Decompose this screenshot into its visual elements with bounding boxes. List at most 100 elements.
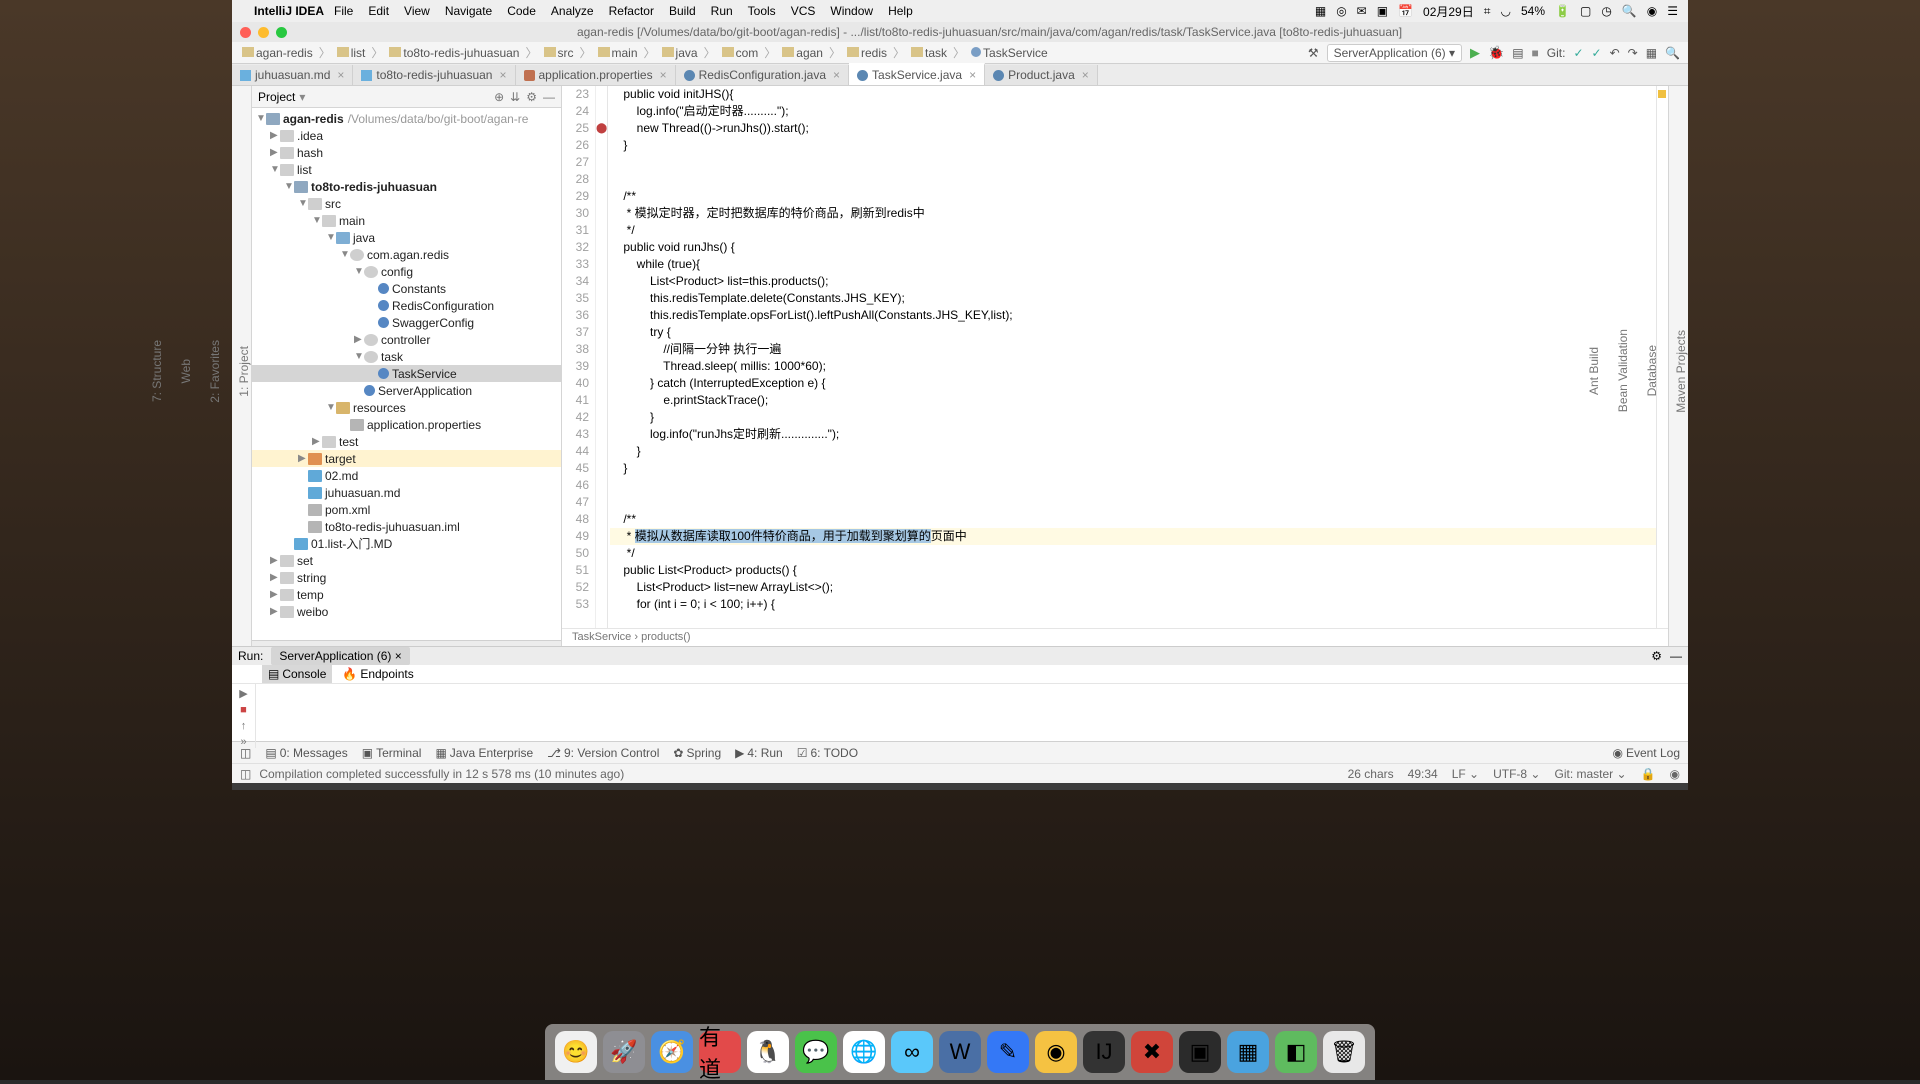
tree-node[interactable]: ▼to8to-redis-juhuasuan xyxy=(252,178,561,195)
git-update-icon[interactable]: ✓ xyxy=(1573,46,1583,60)
wifi-icon[interactable]: ◡ xyxy=(1501,4,1511,18)
tree-node[interactable]: ▶.idea xyxy=(252,127,561,144)
tree-node[interactable]: ▶set xyxy=(252,552,561,569)
run-tab[interactable]: ServerApplication (6) × xyxy=(271,647,409,665)
tree-node[interactable]: application.properties xyxy=(252,416,561,433)
close-tab-icon[interactable]: × xyxy=(499,68,506,82)
tray-icon[interactable]: ⌗ xyxy=(1484,4,1491,19)
run-settings-icon[interactable]: ⚙ xyxy=(1651,649,1662,663)
menu-file[interactable]: File xyxy=(334,4,353,18)
tree-node[interactable]: SwaggerConfig xyxy=(252,314,561,331)
tree-node[interactable]: ▼resources xyxy=(252,399,561,416)
status-position[interactable]: 49:34 xyxy=(1408,767,1438,781)
breadcrumb-item[interactable]: list xyxy=(335,46,368,60)
menubar-date[interactable]: 02月29日 xyxy=(1423,3,1474,20)
tool-structure[interactable]: 7: Structure xyxy=(150,340,164,402)
tree-node[interactable]: ▶target xyxy=(252,450,561,467)
gear-icon[interactable]: ⚙ xyxy=(526,90,537,104)
search-icon[interactable]: 🔍 xyxy=(1622,4,1637,18)
breadcrumb-item[interactable]: agan-redis xyxy=(240,46,315,60)
tree-node[interactable]: ▼main xyxy=(252,212,561,229)
lock-icon[interactable]: 🔒 xyxy=(1641,767,1656,781)
run-icon[interactable]: ▶ xyxy=(1470,45,1480,61)
editor-tab[interactable]: juhuasuan.md× xyxy=(232,65,353,85)
tray-icon[interactable]: ✉ xyxy=(1357,4,1367,18)
menu-build[interactable]: Build xyxy=(669,4,696,18)
menu-vcs[interactable]: VCS xyxy=(791,4,816,18)
tree-node[interactable]: pom.xml xyxy=(252,501,561,518)
dock-app[interactable]: ✖ xyxy=(1131,1031,1173,1073)
tool-bean[interactable]: Bean Validation xyxy=(1616,329,1630,412)
breadcrumb-item[interactable]: src xyxy=(542,46,576,60)
editor-tab[interactable]: RedisConfiguration.java× xyxy=(676,65,849,85)
code-area[interactable]: public void initJHS(){ log.info("启动定时器..… xyxy=(608,86,1656,628)
locate-icon[interactable]: ⊕ xyxy=(494,90,504,104)
dock-wechat[interactable]: 💬 xyxy=(795,1031,837,1073)
menu-view[interactable]: View xyxy=(404,4,430,18)
tray-icon[interactable]: ▣ xyxy=(1377,4,1388,18)
dock-intellij[interactable]: IJ xyxy=(1083,1031,1125,1073)
tray-icon[interactable]: ◎ xyxy=(1336,4,1346,18)
tree-node[interactable]: TaskService xyxy=(252,365,561,382)
tool-ant[interactable]: Ant Build xyxy=(1587,347,1601,395)
breadcrumb-item[interactable]: to8to-redis-juhuasuan xyxy=(387,46,521,60)
run-hide-icon[interactable]: — xyxy=(1670,649,1682,663)
editor-breadcrumb[interactable]: TaskService › products() xyxy=(562,628,1668,646)
breadcrumb-item[interactable]: java xyxy=(660,46,700,60)
tree-node[interactable]: 01.list-入门.MD xyxy=(252,535,561,552)
stop-icon[interactable]: ■ xyxy=(1532,46,1539,60)
breadcrumb-item[interactable]: com xyxy=(720,46,761,60)
project-panel-title[interactable]: Project xyxy=(258,90,295,104)
status-git[interactable]: Git: master ⌄ xyxy=(1554,767,1626,781)
status-line-ending[interactable]: LF ⌄ xyxy=(1452,767,1479,781)
battery-icon[interactable]: 🔋 xyxy=(1555,4,1570,18)
menu-run[interactable]: Run xyxy=(711,4,733,18)
battery-pct[interactable]: 54% xyxy=(1521,4,1545,18)
breadcrumb-item[interactable]: redis xyxy=(845,46,889,60)
inspector-icon[interactable]: ◉ xyxy=(1670,767,1680,781)
dock-app[interactable]: ◧ xyxy=(1275,1031,1317,1073)
tree-node[interactable]: ▶temp xyxy=(252,586,561,603)
collapse-icon[interactable]: ⇊ xyxy=(510,90,520,104)
tree-node[interactable]: juhuasuan.md xyxy=(252,484,561,501)
breadcrumb-item[interactable]: task xyxy=(909,46,949,60)
tool-favorites[interactable]: 2: Favorites xyxy=(208,340,222,403)
console-tab[interactable]: ▤ Console xyxy=(262,665,332,683)
dock-app[interactable]: ◉ xyxy=(1035,1031,1077,1073)
tree-node[interactable]: ▼java xyxy=(252,229,561,246)
tree-node[interactable]: ▼config xyxy=(252,263,561,280)
close-tab-icon[interactable]: × xyxy=(969,68,976,82)
clock-icon[interactable]: ◷ xyxy=(1601,4,1611,18)
git-revert-icon[interactable]: ↷ xyxy=(1628,46,1638,60)
tool-project[interactable]: 1: Project xyxy=(237,346,251,397)
run-config-select[interactable]: ServerApplication (6) ▾ xyxy=(1327,44,1462,62)
dock-finder[interactable]: 😊 xyxy=(555,1031,597,1073)
git-history-icon[interactable]: ↶ xyxy=(1610,46,1620,60)
close-icon[interactable] xyxy=(240,27,251,38)
menu-edit[interactable]: Edit xyxy=(368,4,389,18)
close-tab-icon[interactable]: × xyxy=(833,68,840,82)
status-icon[interactable]: ◫ xyxy=(240,767,251,781)
menu-tools[interactable]: Tools xyxy=(748,4,776,18)
editor-tab[interactable]: TaskService.java× xyxy=(849,63,985,85)
menu-window[interactable]: Window xyxy=(830,4,873,18)
dock-app[interactable]: ✎ xyxy=(987,1031,1029,1073)
tool-todo[interactable]: ☑ 6: TODO xyxy=(797,746,858,760)
hide-icon[interactable]: — xyxy=(543,90,555,104)
dock-terminal[interactable]: ▣ xyxy=(1179,1031,1221,1073)
menu-code[interactable]: Code xyxy=(507,4,536,18)
tree-node[interactable]: ▼list xyxy=(252,161,561,178)
editor-tab[interactable]: to8to-redis-juhuasuan× xyxy=(353,65,515,85)
tray-icon[interactable]: ▦ xyxy=(1315,4,1326,18)
maximize-icon[interactable] xyxy=(276,27,287,38)
tree-node[interactable]: ▼src xyxy=(252,195,561,212)
tree-node[interactable]: RedisConfiguration xyxy=(252,297,561,314)
console-output[interactable] xyxy=(256,684,1688,748)
tree-node[interactable]: ▶controller xyxy=(252,331,561,348)
app-name[interactable]: IntelliJ IDEA xyxy=(254,4,324,18)
tree-node[interactable]: ▼com.agan.redis xyxy=(252,246,561,263)
tree-node[interactable]: ▶weibo xyxy=(252,603,561,620)
tree-node[interactable]: ServerApplication xyxy=(252,382,561,399)
rerun-icon[interactable]: ▶ xyxy=(239,687,247,700)
git-commit-icon[interactable]: ✓ xyxy=(1592,46,1602,60)
